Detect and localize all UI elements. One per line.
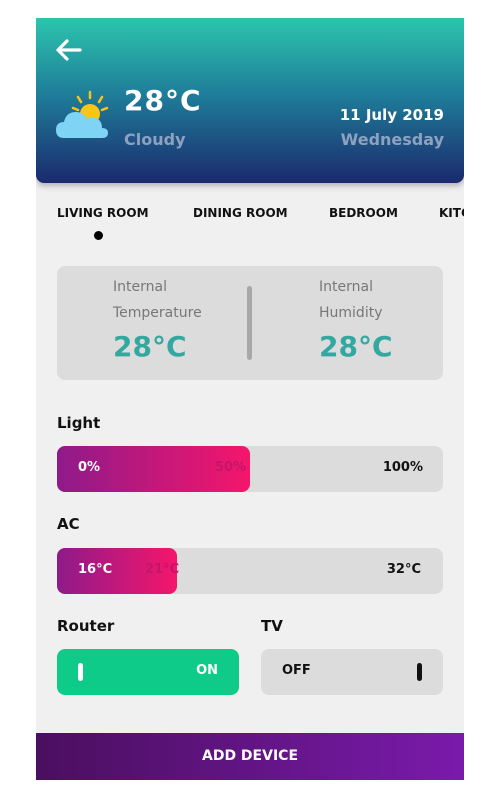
- light-min-label: 0%: [78, 460, 101, 475]
- internal-temperature-value: 28°C: [113, 330, 187, 363]
- weather-header: 28°C Cloudy 11 July 2019 Wednesday: [36, 18, 464, 183]
- tv-toggle-knob: [417, 663, 422, 681]
- partly-cloudy-icon: [56, 90, 109, 138]
- router-toggle-knob: [78, 663, 83, 681]
- tv-toggle[interactable]: OFF: [261, 649, 443, 695]
- current-weekday: Wednesday: [340, 130, 444, 149]
- temperature-label-line2: Temperature: [113, 305, 202, 321]
- room-tabs: LIVING ROOM DINING ROOM BEDROOM KITC: [36, 206, 464, 246]
- router-toggle-state: ON: [196, 663, 218, 678]
- internal-humidity-value: 28°C: [319, 330, 393, 363]
- current-temperature: 28°C: [124, 84, 202, 117]
- app-screen: 28°C Cloudy 11 July 2019 Wednesday LIVIN…: [36, 18, 464, 780]
- light-max-label: 100%: [382, 460, 423, 475]
- router-label: Router: [57, 617, 115, 635]
- humidity-label: Internal Humidity: [319, 274, 382, 326]
- tv-toggle-state: OFF: [282, 663, 311, 678]
- current-date: 11 July 2019: [339, 106, 444, 124]
- tv-label: TV: [261, 617, 283, 635]
- humidity-label-line2: Humidity: [319, 305, 383, 321]
- add-device-button[interactable]: ADD DEVICE: [36, 733, 464, 780]
- tab-dining-room[interactable]: DINING ROOM: [193, 206, 288, 220]
- weather-condition: Cloudy: [124, 130, 186, 149]
- light-label: Light: [57, 414, 101, 432]
- sensor-divider: [247, 286, 252, 360]
- router-toggle[interactable]: ON: [57, 649, 239, 695]
- light-slider[interactable]: 0% 50% 100%: [57, 446, 443, 492]
- ac-current-label: 21°C: [145, 562, 180, 577]
- ac-min-label: 16°C: [78, 562, 113, 577]
- ac-label: AC: [57, 515, 80, 533]
- sensor-card: Internal Temperature 28°C Internal Humid…: [57, 266, 443, 380]
- tab-kitchen[interactable]: KITC: [439, 206, 464, 220]
- light-current-label: 50%: [215, 460, 247, 475]
- humidity-label-line1: Internal: [319, 279, 373, 295]
- arrow-left-icon[interactable]: [54, 38, 82, 62]
- ac-max-label: 32°C: [386, 562, 421, 577]
- tab-living-room[interactable]: LIVING ROOM: [57, 206, 149, 220]
- active-tab-indicator: [94, 231, 103, 240]
- tab-bedroom[interactable]: BEDROOM: [329, 206, 398, 220]
- temperature-label: Internal Temperature: [113, 274, 202, 326]
- temperature-label-line1: Internal: [113, 279, 167, 295]
- ac-slider[interactable]: 16°C 21°C 32°C: [57, 548, 443, 594]
